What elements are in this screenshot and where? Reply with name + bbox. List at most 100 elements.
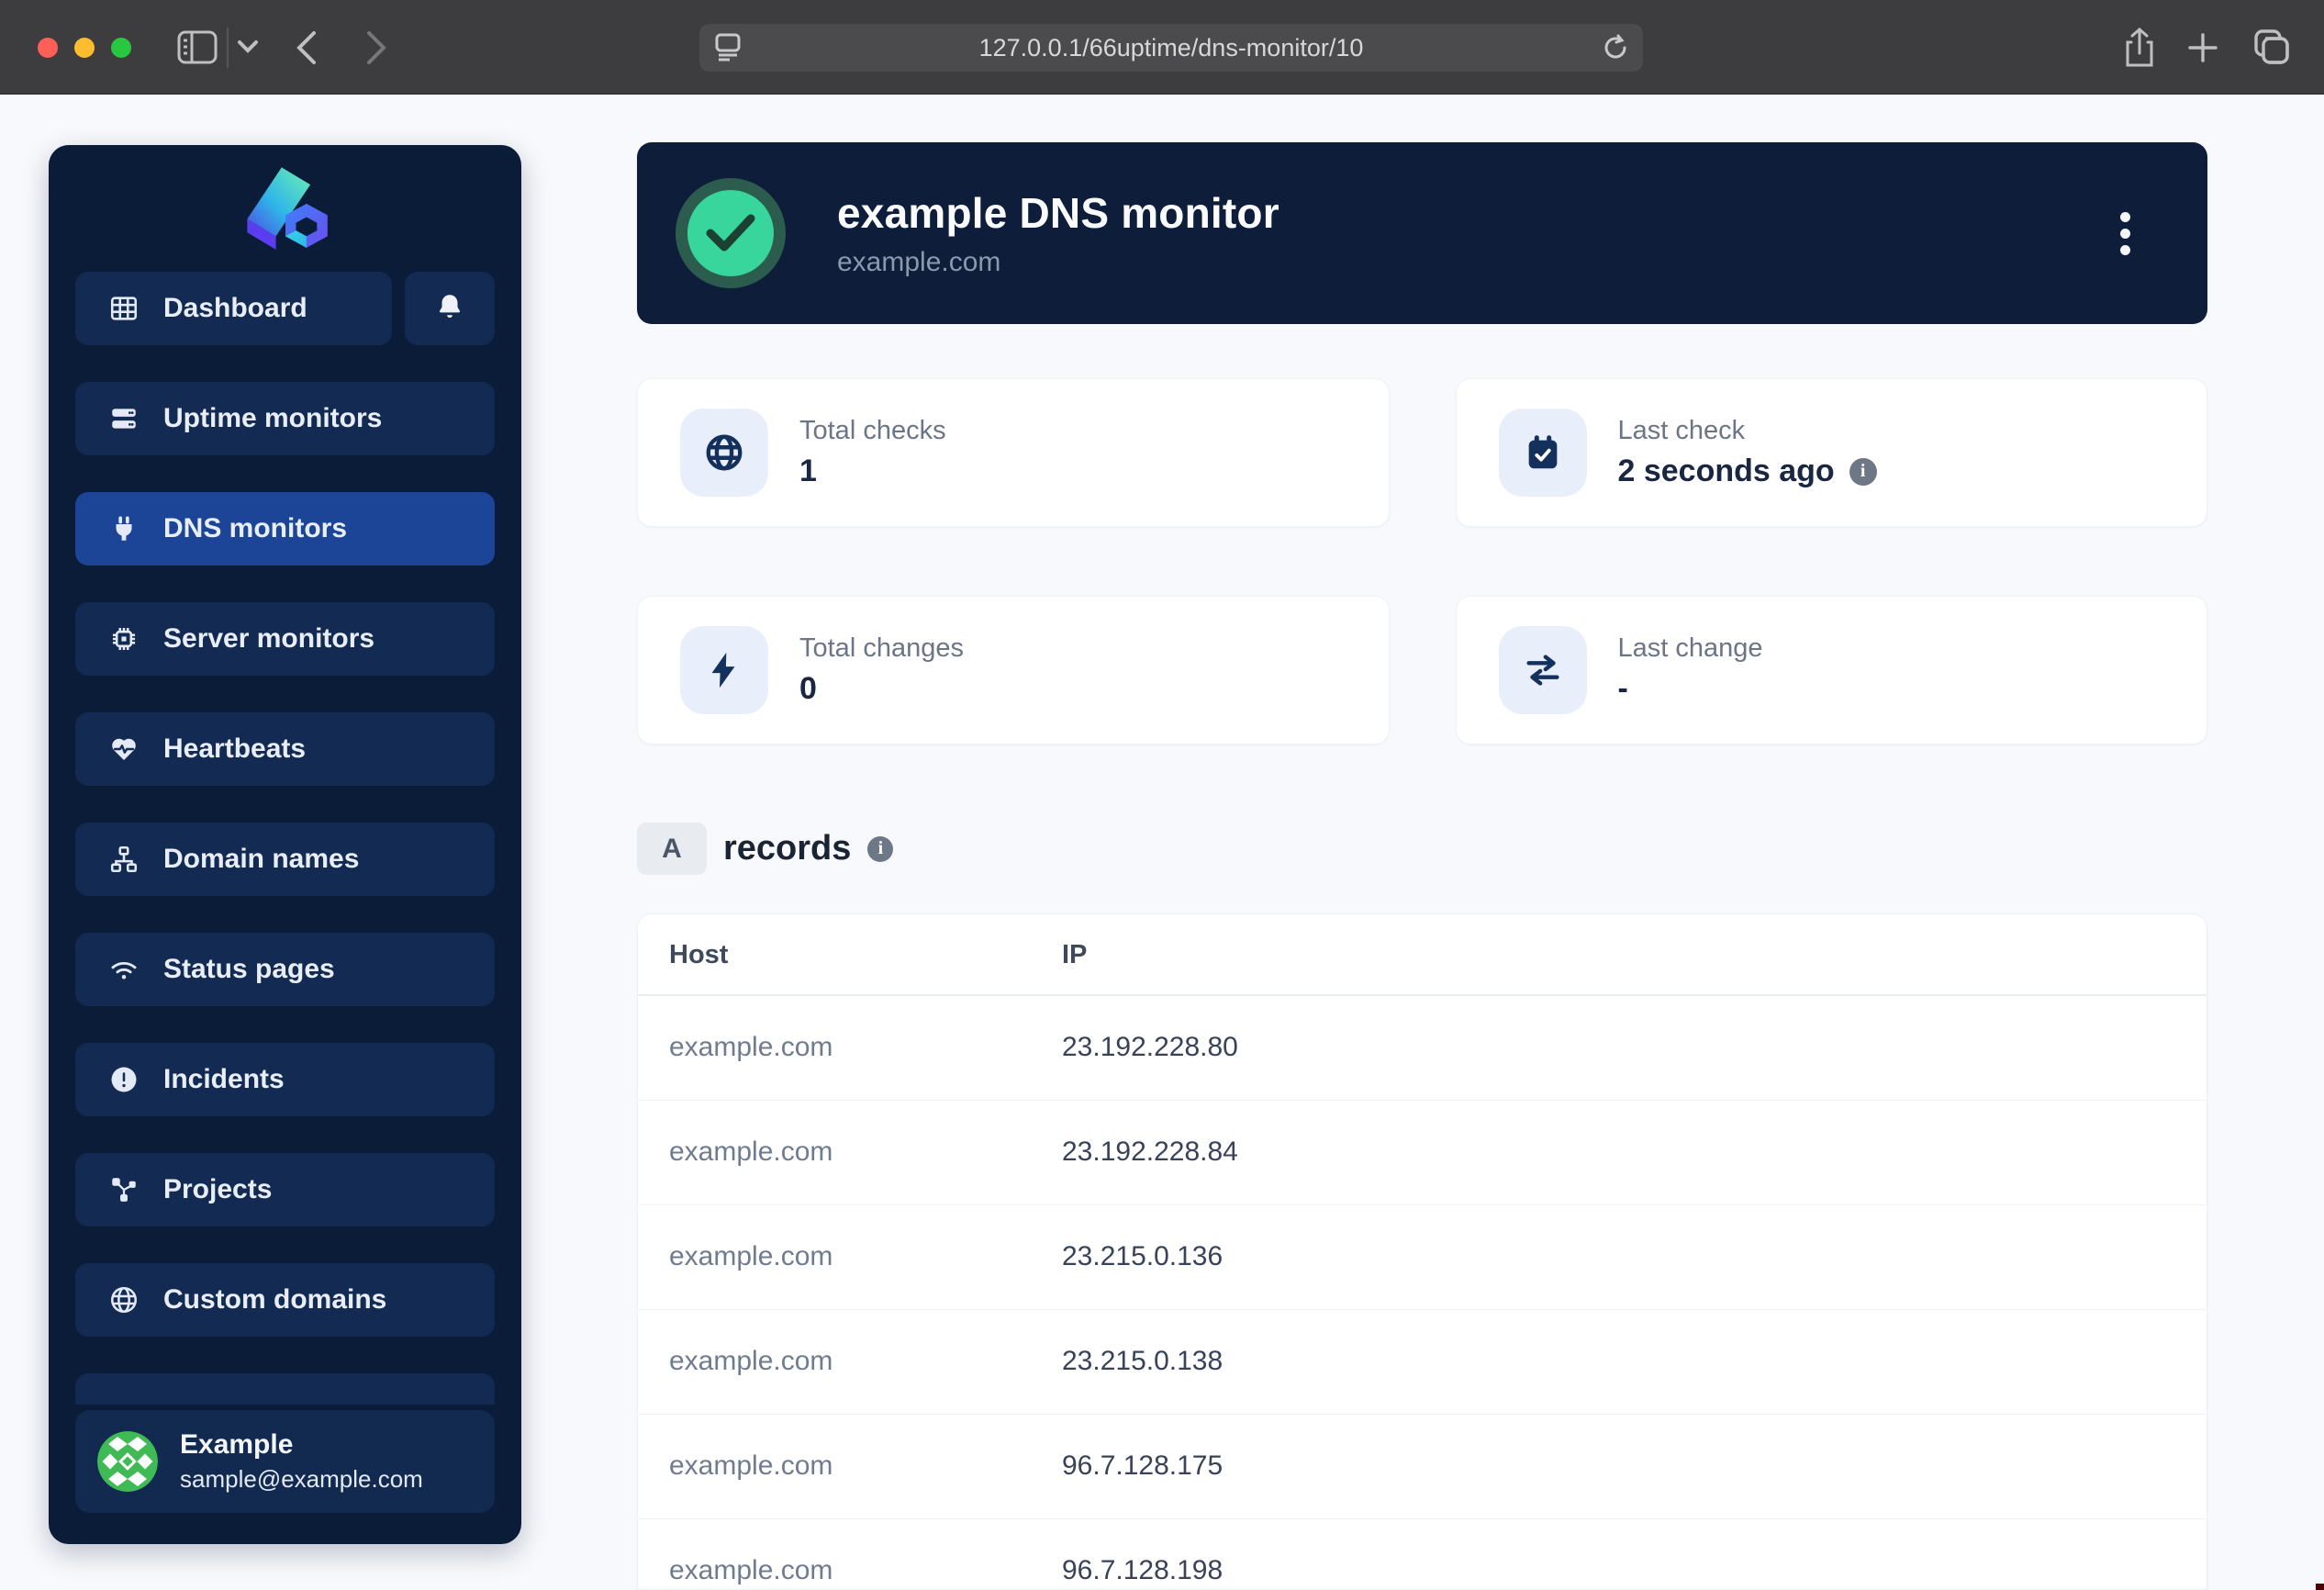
sidebar-item-server-monitors[interactable]: Server monitors <box>75 602 495 676</box>
minimize-window-button[interactable] <box>74 38 95 58</box>
records-table: Host IP example.com 23.192.228.80 exampl… <box>638 914 2207 1590</box>
info-icon[interactable]: i <box>867 836 893 862</box>
records-table-card: Host IP example.com 23.192.228.80 exampl… <box>637 913 2207 1590</box>
app-page: Dashboard <box>0 95 2324 1590</box>
user-profile[interactable]: Example sample@example.com <box>75 1410 495 1513</box>
host-cell: example.com <box>638 1518 1031 1590</box>
table-row: example.com 23.215.0.138 <box>638 1309 2207 1414</box>
sidebar-item-label: DNS monitors <box>163 513 347 544</box>
new-tab-icon[interactable] <box>2186 31 2219 64</box>
zoom-window-button[interactable] <box>111 38 131 58</box>
globe-icon <box>680 409 768 497</box>
bolt-icon <box>680 626 768 714</box>
sidebar-item-domain-names[interactable]: Domain names <box>75 823 495 896</box>
chevron-down-icon[interactable] <box>237 39 259 54</box>
chip-icon <box>108 623 140 655</box>
host-cell: example.com <box>638 1204 1031 1309</box>
tabs-overview-icon[interactable] <box>2252 28 2291 66</box>
column-header-host: Host <box>638 914 1031 995</box>
sidebar-nav: Dashboard <box>75 272 495 1337</box>
info-icon[interactable]: i <box>1849 458 1877 486</box>
app-logo-icon <box>235 160 336 252</box>
records-section-header: A records i <box>637 823 893 875</box>
host-cell: example.com <box>638 1414 1031 1518</box>
page-title: example DNS monitor <box>837 188 1279 238</box>
traffic-lights <box>38 38 131 58</box>
stat-label: Total checks <box>799 416 946 446</box>
notifications-button[interactable] <box>405 272 495 345</box>
sidebar-item-partial[interactable] <box>75 1373 495 1405</box>
nodes-icon <box>108 1174 140 1205</box>
heart-pulse-icon <box>108 733 140 765</box>
screen-corner-artifact <box>2316 1584 2324 1590</box>
sidebar-item-dns-monitors[interactable]: DNS monitors <box>75 492 495 565</box>
stat-card-total-checks: Total checks 1 <box>637 378 1390 527</box>
plug-icon <box>108 513 140 544</box>
ip-cell: 23.192.228.80 <box>1031 995 2207 1100</box>
url-text: 127.0.0.1/66uptime/dns-monitor/10 <box>979 34 1364 62</box>
kebab-menu-button[interactable] <box>2106 201 2143 265</box>
table-row: example.com 23.215.0.136 <box>638 1204 2207 1309</box>
server-icon <box>108 403 140 434</box>
sidebar: Dashboard <box>49 145 521 1544</box>
bell-icon <box>434 291 465 327</box>
sidebar-item-label: Incidents <box>163 1064 285 1095</box>
table-row: example.com 23.192.228.80 <box>638 995 2207 1100</box>
stats-grid: Total checks 1 Last check <box>637 378 2207 745</box>
sidebar-item-label: Custom domains <box>163 1284 386 1316</box>
close-window-button[interactable] <box>38 38 58 58</box>
main-content: example DNS monitor example.com <box>637 95 2207 1590</box>
stat-label: Last change <box>1618 633 1763 664</box>
monitor-hostname: example.com <box>837 247 1279 278</box>
grid-icon <box>108 293 140 324</box>
sidebar-item-dashboard[interactable]: Dashboard <box>75 272 392 345</box>
sidebar-item-status-pages[interactable]: Status pages <box>75 933 495 1006</box>
sidebar-item-custom-domains[interactable]: Custom domains <box>75 1263 495 1337</box>
avatar <box>97 1431 158 1492</box>
forward-button-icon[interactable] <box>365 30 387 65</box>
stat-value: - <box>1618 671 1628 707</box>
stat-card-last-check: Last check 2 seconds ago i <box>1456 378 2208 527</box>
ip-cell: 23.215.0.136 <box>1031 1204 2207 1309</box>
user-name: Example <box>180 1429 423 1461</box>
reload-icon[interactable] <box>1603 34 1628 68</box>
sidebar-item-incidents[interactable]: Incidents <box>75 1043 495 1116</box>
address-bar[interactable]: 127.0.0.1/66uptime/dns-monitor/10 <box>699 24 1643 72</box>
ip-cell: 23.215.0.138 <box>1031 1309 2207 1414</box>
status-up-icon <box>676 178 786 288</box>
back-button-icon[interactable] <box>296 30 318 65</box>
globe-icon <box>108 1284 140 1316</box>
table-row: example.com 96.7.128.198 <box>638 1518 2207 1590</box>
screen: 127.0.0.1/66uptime/dns-monitor/10 <box>0 0 2324 1590</box>
sidebar-item-label: Status pages <box>163 954 335 985</box>
column-header-ip: IP <box>1031 914 2207 995</box>
stat-card-last-change: Last change - <box>1456 596 2208 745</box>
ip-cell: 23.192.228.84 <box>1031 1100 2207 1204</box>
sidebar-item-uptime-monitors[interactable]: Uptime monitors <box>75 382 495 455</box>
sidebar-item-label: Server monitors <box>163 623 374 655</box>
sidebar-item-projects[interactable]: Projects <box>75 1153 495 1226</box>
browser-toolbar: 127.0.0.1/66uptime/dns-monitor/10 <box>0 0 2324 95</box>
alert-icon <box>108 1064 140 1095</box>
sidebar-item-heartbeats[interactable]: Heartbeats <box>75 712 495 786</box>
monitor-header-card: example DNS monitor example.com <box>637 142 2207 324</box>
host-cell: example.com <box>638 995 1031 1100</box>
sidebar-item-label: Domain names <box>163 844 359 875</box>
ip-cell: 96.7.128.175 <box>1031 1414 2207 1518</box>
stat-label: Last check <box>1618 416 1877 446</box>
table-row: example.com 96.7.128.175 <box>638 1414 2207 1518</box>
sidebar-item-label: Uptime monitors <box>163 403 382 434</box>
toolbar-divider <box>227 28 229 68</box>
ip-cell: 96.7.128.198 <box>1031 1518 2207 1590</box>
stat-value: 0 <box>799 671 817 707</box>
share-icon[interactable] <box>2123 27 2156 69</box>
stat-label: Total changes <box>799 633 964 664</box>
calendar-check-icon <box>1499 409 1587 497</box>
sidebar-item-label: Projects <box>163 1174 272 1205</box>
sitemap-icon <box>108 844 140 875</box>
reader-mode-icon[interactable] <box>714 33 742 69</box>
sidebar-item-label: Dashboard <box>163 293 307 324</box>
stat-value: 1 <box>799 453 817 489</box>
arrows-right-left-icon <box>1499 626 1587 714</box>
sidebar-toggle-icon[interactable] <box>177 30 218 64</box>
